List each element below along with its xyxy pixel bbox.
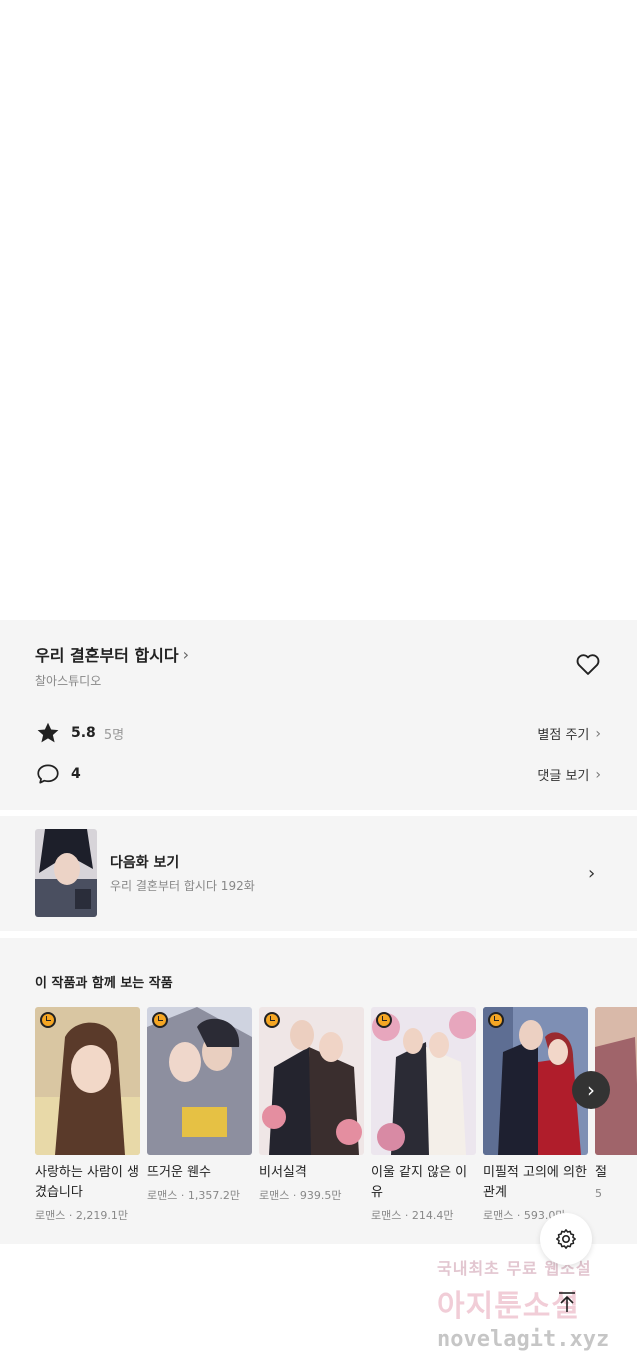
clock-icon <box>488 1012 504 1028</box>
recommendation-title: 미필적 고의에 의한 관계 <box>483 1165 587 1200</box>
clock-icon <box>264 1012 280 1028</box>
rate-label: 별점 주기 <box>537 728 590 743</box>
carousel-next-button[interactable]: › <box>572 1071 610 1109</box>
next-episode-thumbnail <box>35 829 97 917</box>
recommendation-card[interactable]: 비서실격 로맨스 · 939.5만 <box>259 1007 364 1203</box>
recommendation-cover <box>35 1007 140 1155</box>
content-blank-area <box>0 0 637 620</box>
clock-icon <box>40 1012 56 1028</box>
clock-icon <box>376 1012 392 1028</box>
comment-count: 4 <box>71 766 81 782</box>
next-episode-subtitle: 우리 결혼부터 합시다 192화 <box>110 879 255 893</box>
heart-icon[interactable] <box>574 650 602 678</box>
comment-icon <box>37 764 59 784</box>
star-icon <box>37 722 59 743</box>
rate-button[interactable]: 별점 주기 › <box>537 724 601 744</box>
recommendation-cover <box>147 1007 252 1155</box>
chevron-right-icon: › <box>595 766 601 783</box>
recommendation-card[interactable]: 미필적 고의에 의한 관계 로맨스 · 593.0만 <box>483 1007 588 1223</box>
recommendation-cover <box>483 1007 588 1155</box>
watermark-line2: 아지툰소설 <box>437 1289 580 1324</box>
recommendation-cover <box>259 1007 364 1155</box>
gear-icon <box>556 1229 576 1249</box>
work-title: 우리 결혼부터 합시다 <box>35 646 179 665</box>
recommendation-title: 절 <box>595 1165 607 1180</box>
next-episode-card[interactable]: 다음화 보기 우리 결혼부터 합시다 192화 › <box>0 816 637 931</box>
recommendation-card[interactable]: 사랑하는 사람이 생겼습니다 로맨스 · 2,219.1만 <box>35 1007 140 1223</box>
recommendation-card[interactable]: 이울 같지 않은 이유 로맨스 · 214.4만 <box>371 1007 476 1223</box>
recommendation-meta: 로맨스 · 1,357.2만 <box>147 1189 240 1202</box>
scroll-top-button[interactable] <box>553 1288 581 1316</box>
chevron-right-icon: › <box>587 1078 595 1102</box>
work-title-link[interactable]: 우리 결혼부터 합시다 › <box>35 642 189 666</box>
comments-label: 댓글 보기 <box>537 769 590 784</box>
recommendation-title: 사랑하는 사람이 생겼습니다 <box>35 1165 139 1200</box>
recommendation-title: 비서실격 <box>259 1165 307 1180</box>
recommendation-cover <box>371 1007 476 1155</box>
recommendation-title: 뜨거운 웬수 <box>147 1165 211 1180</box>
recommendation-meta: 로맨스 · 214.4만 <box>371 1209 454 1222</box>
recommendation-meta: 5 <box>595 1187 602 1200</box>
settings-button[interactable] <box>540 1213 592 1265</box>
rating-count: 5명 <box>103 727 125 743</box>
watermark-line3: novelagit.xyz <box>437 1327 610 1352</box>
view-comments-button[interactable]: 댓글 보기 › <box>537 765 601 785</box>
recommendation-meta: 로맨스 · 2,219.1만 <box>35 1209 128 1222</box>
clock-icon <box>152 1012 168 1028</box>
recommendation-title: 이울 같지 않은 이유 <box>371 1165 468 1200</box>
chevron-right-icon: › <box>595 725 601 742</box>
watermark-line1: 국내최초 무료 웹소설 <box>437 1259 592 1278</box>
recommendations-section: 이 작품과 함께 보는 작품 사랑하는 사람이 생겼습니다 로맨스 · 2,21… <box>0 938 637 1244</box>
arrow-up-icon <box>559 1292 575 1312</box>
recommendation-meta: 로맨스 · 939.5만 <box>259 1189 342 1202</box>
work-info-card: 우리 결혼부터 합시다 › 찰아스튜디오 5.8 5명 별점 주기 › 4 댓글… <box>0 620 637 810</box>
chevron-right-icon[interactable]: › <box>588 863 595 884</box>
next-episode-label: 다음화 보기 <box>110 855 180 871</box>
recommendation-card[interactable]: 뜨거운 웬수 로맨스 · 1,357.2만 <box>147 1007 252 1203</box>
rating-score: 5.8 <box>71 725 96 741</box>
recommendations-heading: 이 작품과 함께 보는 작품 <box>35 976 173 991</box>
comments-row: 4 <box>35 761 81 787</box>
rating-row: 5.8 5명 <box>35 720 124 746</box>
watermark: 국내최초 무료 웹소설 아지툰소설 novelagit.xyz <box>437 1255 637 1352</box>
chevron-right-icon: › <box>182 644 190 664</box>
work-author: 찰아스튜디오 <box>35 674 102 688</box>
